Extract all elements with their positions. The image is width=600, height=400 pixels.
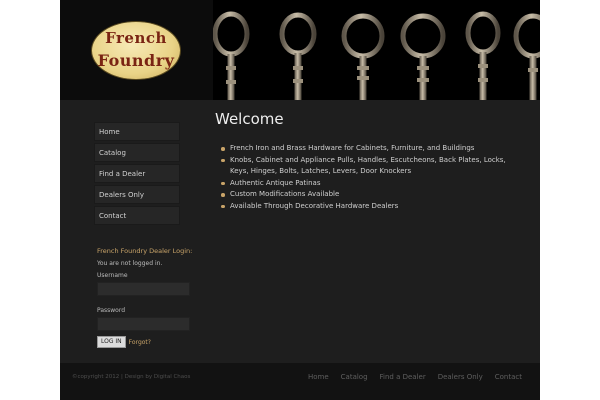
list-item: Authentic Antique Patinas <box>215 178 515 190</box>
dealer-login-form: French Foundry Dealer Login: You are not… <box>97 247 197 348</box>
skeleton-key-icon <box>513 13 540 100</box>
logo-line-1: French <box>105 29 167 47</box>
list-item: French Iron and Brass Hardware for Cabin… <box>215 143 515 155</box>
login-button[interactable]: LOG IN <box>97 336 126 348</box>
sidebar-item-home[interactable]: Home <box>94 122 180 141</box>
feature-text: Authentic Antique Patinas <box>230 178 321 187</box>
skeleton-key-icon <box>341 13 385 100</box>
login-title: French Foundry Dealer Login: <box>97 247 193 255</box>
footer-link-find-a-dealer[interactable]: Find a Dealer <box>380 373 426 381</box>
footer-link-dealers-only[interactable]: Dealers Only <box>438 373 483 381</box>
sidebar-nav: Home Catalog Find a Dealer Dealers Only … <box>94 122 214 227</box>
feature-list: French Iron and Brass Hardware for Cabin… <box>215 143 515 212</box>
feature-text: French Iron and Brass Hardware for Cabin… <box>230 144 475 152</box>
skeleton-key-icon <box>279 12 317 100</box>
bullet-dot-icon <box>221 193 225 197</box>
bullet-dot-icon <box>221 158 225 162</box>
footer: ©copyright 2012 | Design by Digital Chao… <box>60 363 540 400</box>
bullet-dot-icon <box>221 181 225 185</box>
password-field[interactable] <box>97 317 190 331</box>
sidebar-item-dealers-only[interactable]: Dealers Only <box>94 185 180 204</box>
username-field[interactable] <box>97 282 190 296</box>
footer-nav: Home Catalog Find a Dealer Dealers Only … <box>296 373 522 381</box>
sidebar-item-contact[interactable]: Contact <box>94 206 180 225</box>
forgot-password-link[interactable]: Forgot? <box>129 339 151 346</box>
feature-text: Custom Modifications Available <box>230 190 340 198</box>
login-actions: LOG IN Forgot? <box>97 336 197 348</box>
main-content: Welcome French Iron and Brass Hardware f… <box>215 110 515 212</box>
header-banner-keys <box>213 0 540 100</box>
copyright-text: ©copyright 2012 | Design by Digital Chao… <box>72 374 191 380</box>
username-label: Username <box>97 272 128 279</box>
list-item: Knobs, Cabinet and Appliance Pulls, Hand… <box>215 155 515 178</box>
french-foundry-logo[interactable]: French Foundry <box>92 22 180 79</box>
feature-text: Available Through Decorative Hardware De… <box>230 201 399 210</box>
footer-link-catalog[interactable]: Catalog <box>341 373 368 381</box>
bullet-dot-icon <box>221 147 225 151</box>
login-status: You are not logged in. <box>97 260 163 267</box>
logo-line-2: Foundry <box>97 51 175 70</box>
skeleton-key-icon <box>213 11 250 100</box>
footer-link-home[interactable]: Home <box>308 373 329 381</box>
password-label: Password <box>97 307 126 314</box>
list-item: Available Through Decorative Hardware De… <box>215 201 515 213</box>
bullet-dot-icon <box>221 204 225 208</box>
list-item: Custom Modifications Available <box>215 189 515 201</box>
page-title: Welcome <box>215 110 284 128</box>
feature-text: Knobs, Cabinet and Appliance Pulls, Hand… <box>230 155 506 176</box>
skeleton-keys-banner <box>213 11 540 100</box>
footer-link-contact[interactable]: Contact <box>495 373 522 381</box>
sidebar-item-catalog[interactable]: Catalog <box>94 143 180 162</box>
page: French Foundry Home Catalog Find a Deale… <box>60 0 540 400</box>
sidebar-item-find-a-dealer[interactable]: Find a Dealer <box>94 164 180 183</box>
header: French Foundry <box>60 0 540 100</box>
skeleton-key-icon <box>400 13 446 100</box>
skeleton-key-icon <box>465 11 501 100</box>
